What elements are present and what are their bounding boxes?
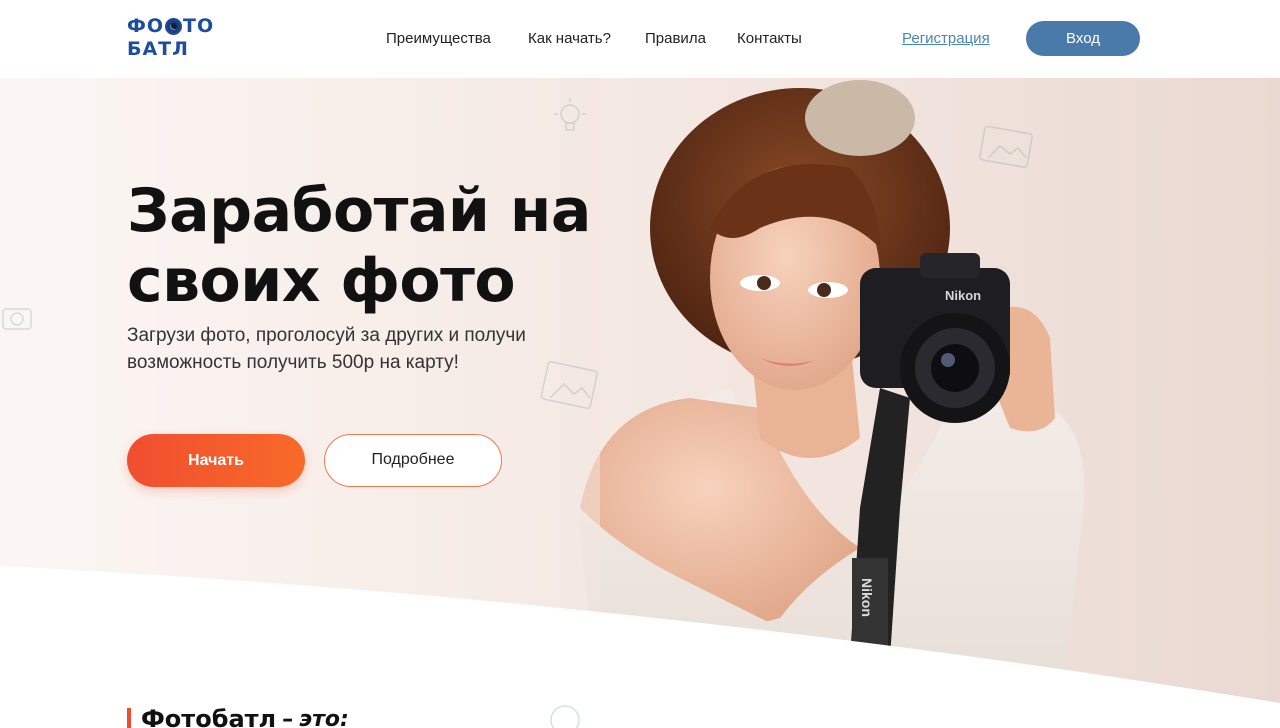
image-frame-icon-2	[979, 125, 1033, 169]
nav-item-advantages[interactable]: Преимущества	[386, 28, 491, 50]
more-button[interactable]: Подробнее	[324, 434, 502, 487]
camera-doodle-icon	[2, 308, 32, 330]
section-accent-bar	[127, 708, 131, 728]
section-title-main: Фотобатл	[141, 705, 277, 728]
register-link[interactable]: Регистрация	[902, 28, 990, 50]
logo-text-a: ФО	[127, 15, 164, 37]
header: ФО ТО БАТЛ Преимущества Как начать? Прави…	[0, 0, 1280, 78]
hero-title-line2: своих фото	[127, 246, 516, 316]
nav-item-how-to-start[interactable]: Как начать?	[528, 28, 611, 50]
lens-icon	[165, 17, 182, 35]
hero-section: Nikon Nikon Заработай на своих фото Загр…	[0, 78, 1280, 728]
nav-item-contacts[interactable]: Контакты	[737, 28, 802, 50]
hero-subtitle: Загрузи фото, проголосуй за других и пол…	[127, 325, 526, 373]
section-title: Фотобатл – это:	[127, 704, 349, 728]
section-title-suffix: это:	[299, 706, 349, 728]
logo-text-b: ТО	[183, 15, 215, 37]
logo-line1: ФО ТО	[127, 15, 214, 37]
logo[interactable]: ФО ТО БАТЛ	[127, 15, 213, 61]
login-button[interactable]: Вход	[1026, 21, 1140, 56]
hero-title-line1: Заработай на	[127, 176, 591, 246]
hero-title: Заработай на своих фото	[127, 176, 591, 316]
start-button[interactable]: Начать	[127, 434, 305, 487]
nav-item-rules[interactable]: Правила	[645, 28, 706, 50]
logo-line2: БАТЛ	[127, 38, 189, 60]
lightbulb-icon	[554, 98, 586, 131]
section-title-dash: –	[282, 706, 294, 728]
clock-doodle-icon	[550, 705, 580, 728]
